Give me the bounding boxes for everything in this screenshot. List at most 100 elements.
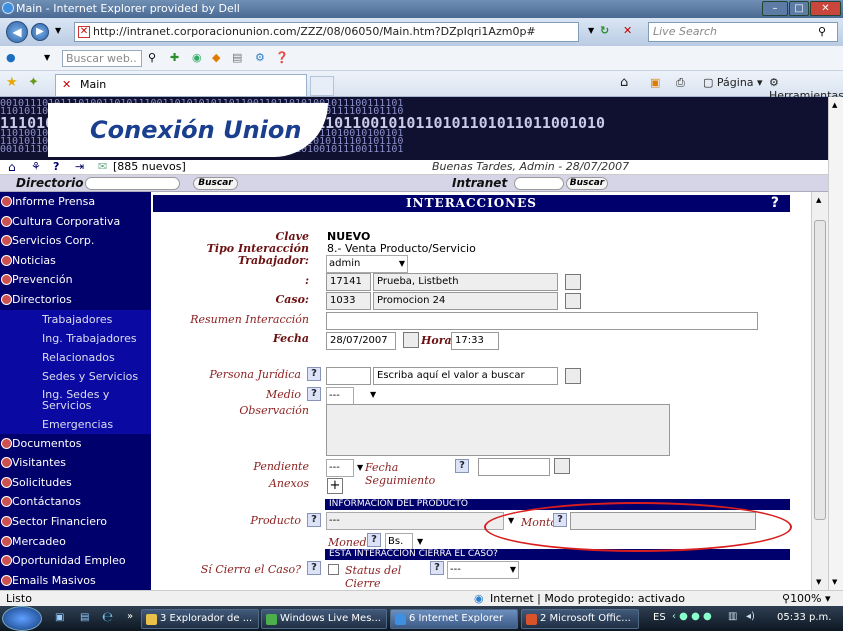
medio-help-icon[interactable]: ?: [307, 387, 321, 401]
persona-lookup-icon[interactable]: [565, 274, 581, 290]
persona-name-field[interactable]: Prueba, Listbeth: [373, 273, 558, 291]
fecha-field[interactable]: 28/07/2007: [326, 332, 396, 350]
tray-network-icon[interactable]: ▥: [728, 611, 737, 622]
forward-button[interactable]: ▶: [31, 23, 49, 41]
sidebar-item-sector-financiero[interactable]: Sector Financiero: [0, 512, 151, 532]
quicklaunch-ie-icon[interactable]: ℮: [102, 610, 113, 625]
producto-help-icon[interactable]: ?: [307, 513, 321, 527]
moneda-chevron-icon[interactable]: ▼: [417, 537, 423, 546]
task-internet-explorer[interactable]: 6 Internet Explorer: [390, 609, 518, 629]
sidebar-item-documentos[interactable]: Documentos: [0, 434, 151, 454]
pj-help-icon[interactable]: ?: [307, 367, 321, 381]
new-tab-button[interactable]: [310, 76, 334, 96]
moneda-help-icon[interactable]: ?: [367, 533, 381, 547]
quicklaunch-more-icon[interactable]: »: [127, 611, 133, 622]
language-indicator[interactable]: ES: [653, 612, 666, 623]
page-scroll-up-icon[interactable]: ▲: [832, 101, 837, 109]
mail-icon[interactable]: ✉: [98, 160, 107, 174]
sidebar-item-noticias[interactable]: Noticias: [0, 251, 151, 271]
favorites-star-icon[interactable]: ★: [6, 75, 18, 90]
task-microsoft-office[interactable]: 2 Microsoft Offic...: [521, 609, 639, 629]
back-button[interactable]: ◀: [6, 21, 28, 43]
directorio-search-input[interactable]: [85, 177, 180, 190]
web-search-input[interactable]: Buscar web..: [62, 50, 142, 67]
pendiente-chevron-icon[interactable]: ▼: [357, 463, 363, 472]
home-site-icon[interactable]: ⌂: [8, 160, 16, 174]
intranet-search-button[interactable]: Buscar: [566, 177, 608, 190]
observacion-textarea[interactable]: [326, 404, 670, 456]
sidebar-item-oportunidad-empleo[interactable]: Oportunidad Empleo: [0, 551, 151, 571]
site-logo[interactable]: Conexión Union: [48, 103, 328, 157]
sidebar-item-mercadeo[interactable]: Mercadeo: [0, 532, 151, 552]
refresh-icon[interactable]: ↻: [600, 24, 609, 37]
pj-lookup-icon[interactable]: [565, 368, 581, 384]
quicklaunch-desktop-icon[interactable]: ▣: [55, 612, 64, 623]
task-explorer[interactable]: 3 Explorador de ...: [141, 609, 259, 629]
pj-code-field[interactable]: [326, 367, 371, 385]
page-scrollbar[interactable]: ▲ ▼: [828, 97, 843, 590]
sidebar-item-directorios[interactable]: Directorios: [0, 290, 151, 310]
sidebar-subitem-ing-sedes[interactable]: Ing. Sedes y Servicios: [0, 385, 151, 415]
sidebar-item-contactanos[interactable]: Contáctanos: [0, 492, 151, 512]
page-scroll-down-icon[interactable]: ▼: [832, 578, 837, 586]
calendar-icon[interactable]: [403, 332, 419, 348]
status-cierre-help-icon[interactable]: ?: [430, 561, 444, 575]
form-help-button[interactable]: ?: [771, 195, 780, 212]
producto-select[interactable]: ---: [326, 512, 504, 530]
address-dropdown-icon[interactable]: ▼: [588, 26, 594, 35]
caso-code-field[interactable]: 1033: [326, 292, 371, 310]
start-button[interactable]: [2, 606, 42, 631]
fecha-seg-help-icon[interactable]: ?: [455, 459, 469, 473]
sidebar-subitem-ing-trabajadores[interactable]: Ing. Trabajadores: [0, 328, 151, 348]
home-icon[interactable]: ⌂: [620, 75, 628, 90]
sidebar-subitem-trabajadores[interactable]: Trabajadores: [0, 309, 151, 329]
sidebar-subitem-relacionados[interactable]: Relacionados: [0, 347, 151, 367]
medio-chevron-icon[interactable]: ▼: [370, 390, 376, 399]
toolbar-globe-icon[interactable]: ◉: [192, 51, 202, 64]
close-window-button[interactable]: ✕: [810, 1, 841, 16]
maximize-button[interactable]: □: [789, 1, 809, 16]
toolbar-add-icon[interactable]: ✚: [170, 51, 179, 64]
minimize-button[interactable]: –: [762, 1, 788, 16]
zoom-control[interactable]: ⚲100% ▾: [782, 591, 831, 606]
status-cierre-select[interactable]: --- ▼: [447, 561, 519, 579]
add-anexo-button[interactable]: +: [327, 478, 343, 494]
caso-lookup-icon[interactable]: [565, 293, 581, 309]
pj-search-field[interactable]: Escriba aquí el valor a buscar: [373, 367, 558, 385]
caso-name-field[interactable]: Promocion 24: [373, 292, 558, 310]
add-favorites-icon[interactable]: ✦: [28, 75, 39, 90]
medio-select[interactable]: ---: [326, 387, 354, 405]
help-icon[interactable]: ?: [53, 160, 59, 174]
new-messages-link[interactable]: [885 nuevos]: [113, 160, 186, 174]
sidebar-item-visitantes[interactable]: Visitantes: [0, 453, 151, 473]
toolbar-settings-icon[interactable]: ⚙: [255, 51, 265, 64]
hora-field[interactable]: 17:33: [451, 332, 499, 350]
tray-volume-icon[interactable]: ◂): [746, 611, 755, 622]
toolbar-rss-icon[interactable]: ◆: [212, 51, 220, 64]
toolbar-search-icon[interactable]: ⚲: [148, 51, 156, 64]
logout-icon[interactable]: ⇥: [75, 160, 84, 174]
content-scrollbar[interactable]: ▲ ▼: [811, 192, 828, 590]
intranet-search-input[interactable]: [514, 177, 564, 190]
quicklaunch-switch-icon[interactable]: ▤: [80, 612, 89, 623]
sidebar-item-servicios-corp[interactable]: Servicios Corp.: [0, 231, 151, 251]
scroll-up-icon[interactable]: ▲: [816, 196, 821, 204]
stop-icon[interactable]: ✕: [623, 24, 632, 37]
sidebar-item-cultura-corporativa[interactable]: Cultura Corporativa: [0, 212, 151, 232]
sidebar-item-emails-masivos[interactable]: Emails Masivos: [0, 571, 151, 590]
fecha-seg-calendar-icon[interactable]: [554, 458, 570, 474]
address-input[interactable]: ✕ http://intranet.corporacionunion.com/Z…: [74, 22, 579, 42]
scroll-down-icon[interactable]: ▼: [816, 578, 821, 586]
resumen-input[interactable]: [326, 312, 758, 330]
cierre-help-icon[interactable]: ?: [307, 561, 321, 575]
sidebar-item-prevencion[interactable]: Prevención: [0, 270, 151, 290]
search-dropdown-icon[interactable]: ▼: [44, 53, 50, 62]
print-icon[interactable]: ⎙: [676, 76, 685, 90]
sidebar-item-informe-prensa[interactable]: Informe Prensa: [0, 192, 151, 212]
toolbar-page-icon[interactable]: ▤: [232, 51, 242, 64]
tree-icon[interactable]: ⚘: [31, 160, 41, 174]
page-menu[interactable]: ▢ Página ▾: [703, 76, 763, 89]
directorio-search-button[interactable]: Buscar: [193, 177, 238, 190]
trabajador-select[interactable]: admin ▼: [326, 255, 408, 273]
search-icon[interactable]: ⚲: [818, 25, 826, 38]
